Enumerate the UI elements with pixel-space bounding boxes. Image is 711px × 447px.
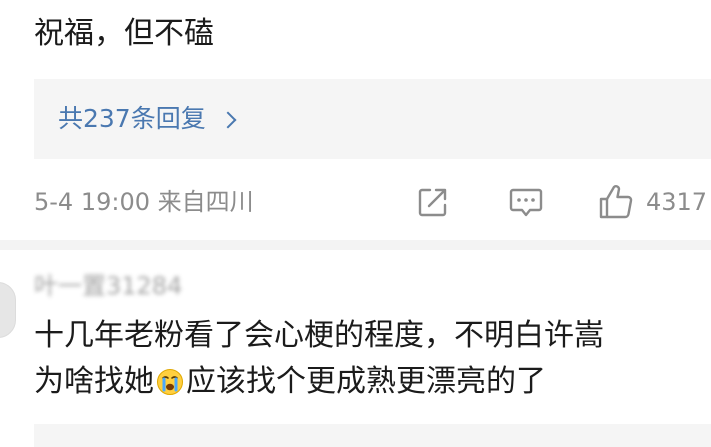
comment-text: 祝福，但不磕 (34, 16, 214, 51)
comment-icon (509, 188, 543, 217)
comment-divider (0, 240, 711, 250)
comment-text-segment: 应该找个更成熟更漂亮的了 (186, 364, 546, 399)
comment-time-location: 5-4 19:00 来自四川 (34, 188, 254, 216)
forward-button[interactable] (416, 182, 450, 222)
comment-text-line-1: 十几年老粉看了会心梗的程度，不明白许嵩 (34, 318, 604, 353)
forward-icon (418, 188, 447, 217)
reply-count-label: 共237条回复 (58, 104, 206, 133)
crying-face-icon (157, 369, 183, 395)
thumbs-up-icon (599, 185, 633, 219)
reply-summary-panel: 共237条回复 (34, 79, 711, 159)
view-replies-link[interactable]: 共237条回复 (58, 101, 237, 137)
avatar[interactable] (0, 282, 16, 338)
username-link[interactable]: 叶一置31284 (34, 268, 182, 304)
comment-button[interactable] (508, 182, 544, 222)
comment-feed: 祝福，但不磕 共237条回复 5-4 19:00 来自四川 4317 叶一置31… (0, 0, 711, 447)
like-button[interactable]: 4317 (598, 182, 707, 222)
reply-summary-panel (34, 424, 711, 447)
like-count: 4317 (646, 188, 708, 216)
chevron-right-icon (219, 111, 237, 128)
comment-action-bar: 5-4 19:00 来自四川 4317 (34, 182, 711, 222)
comment-text-segment: 为啥找她 (34, 364, 154, 399)
username: 叶一置31284 (34, 272, 183, 300)
comment-text-line-2: 为啥找她 应该找个更成熟更漂亮的了 (34, 360, 546, 404)
